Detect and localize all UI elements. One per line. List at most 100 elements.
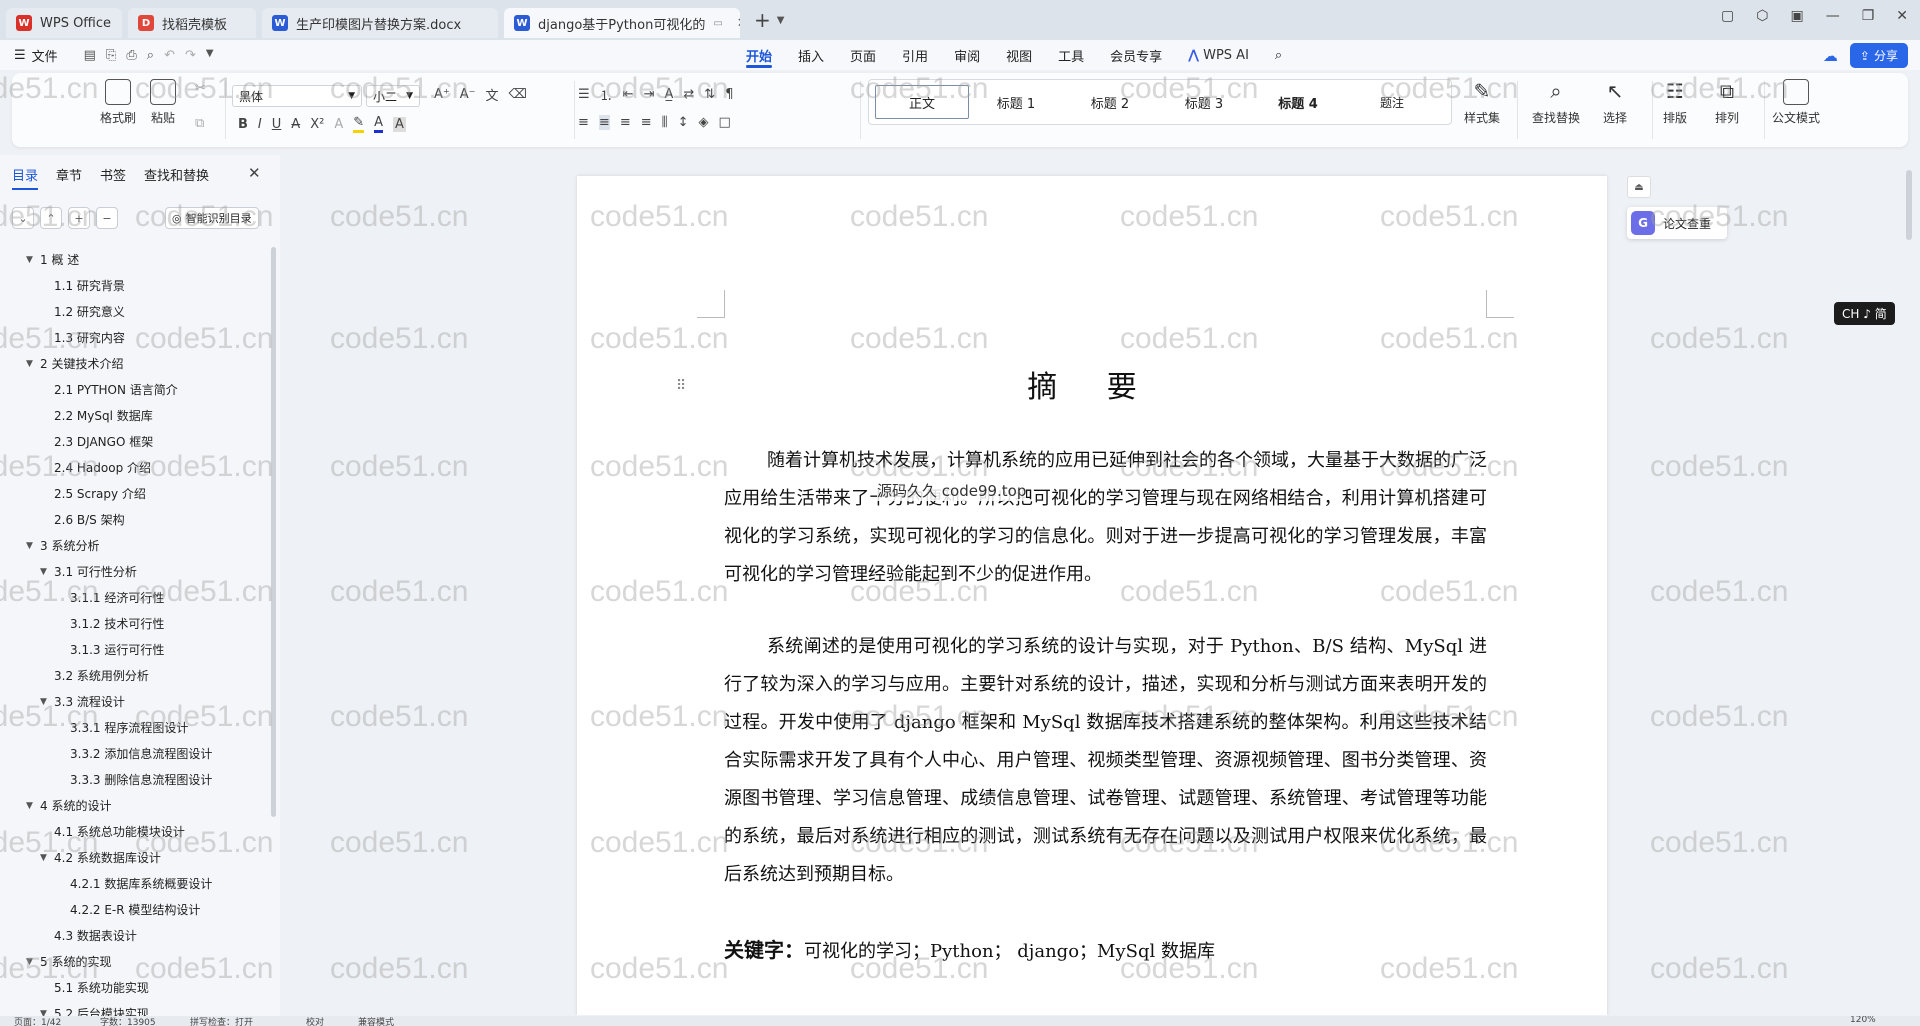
font-name-select[interactable]: 黑体 ▼ bbox=[232, 85, 362, 107]
line-spacing-icon[interactable]: ↕ bbox=[678, 115, 689, 130]
nav-tab-find[interactable]: 查找和替换 bbox=[144, 165, 209, 184]
style-heading-3[interactable]: 标题 3 bbox=[1157, 85, 1251, 119]
expand-triangle-icon[interactable]: ▼ bbox=[40, 559, 47, 585]
collapse-panel-icon[interactable]: ⏏ bbox=[1627, 176, 1651, 198]
toc-item[interactable]: 3.2 系统用例分析 bbox=[0, 663, 270, 689]
copy-icon[interactable]: ⧉ bbox=[195, 116, 204, 131]
style-caption[interactable]: 题注 bbox=[1345, 85, 1439, 119]
status-zoom[interactable]: 120% bbox=[1850, 1016, 1876, 1025]
numbered-list-icon[interactable]: ⒈ bbox=[600, 85, 613, 104]
print-preview-icon[interactable]: ⌕ bbox=[147, 48, 154, 63]
toc-item[interactable]: 3.1.2 技术可行性 bbox=[0, 611, 270, 637]
toc-item[interactable]: ▼ 3.3 流程设计 bbox=[0, 689, 270, 715]
text-effect-icon[interactable]: A bbox=[334, 117, 343, 132]
tab-home[interactable]: 开始 bbox=[733, 40, 785, 70]
ime-indicator[interactable]: CH ♪ 简 bbox=[1834, 302, 1895, 325]
close-tab-icon[interactable]: ✕ bbox=[737, 16, 740, 31]
document-page[interactable]: ⠿ 摘 要 随着计算机技术发展，计算机系统的应用已延伸到社会的各个领域，大量基于… bbox=[577, 176, 1607, 1015]
tab-doc-active[interactable]: W django基于Python可视化的 ▭ ✕ bbox=[504, 8, 740, 38]
strikethrough-icon[interactable]: A bbox=[291, 117, 300, 132]
shading-icon[interactable]: ◈ bbox=[699, 115, 709, 130]
select-button[interactable]: ↖ 选择 bbox=[1602, 79, 1628, 126]
text-direction-icon[interactable]: ⇄ bbox=[683, 87, 694, 102]
add-item-icon[interactable]: + bbox=[68, 207, 90, 229]
cut-icon[interactable]: ✂ bbox=[195, 81, 206, 96]
find-replace-button[interactable]: ⌕ 查找替换 bbox=[1532, 79, 1580, 126]
toc-item[interactable]: 2.1 PYTHON 语言简介 bbox=[0, 377, 270, 403]
tab-member[interactable]: 会员专享 bbox=[1097, 40, 1175, 70]
undo-icon[interactable]: ↶ bbox=[164, 48, 175, 63]
document-scrollbar[interactable] bbox=[1906, 170, 1912, 240]
decrease-indent-icon[interactable]: ⇤ bbox=[623, 87, 634, 102]
toc-item[interactable]: 5.1 系统功能实现 bbox=[0, 975, 270, 1001]
chinese-layout-icon[interactable]: A̲ bbox=[664, 87, 673, 102]
grow-font-icon[interactable]: A⁺ bbox=[434, 87, 450, 102]
underline-icon[interactable]: U bbox=[272, 117, 282, 132]
status-page[interactable]: 页面：1/42 bbox=[14, 1016, 61, 1026]
bold-icon[interactable]: B bbox=[238, 117, 248, 132]
export-icon[interactable]: ⎘ bbox=[106, 48, 116, 63]
tab-review[interactable]: 审阅 bbox=[941, 40, 993, 70]
expand-triangle-icon[interactable]: ▼ bbox=[26, 351, 33, 377]
minimize-icon[interactable]: — bbox=[1826, 8, 1840, 24]
toc-item[interactable]: 2.5 Scrapy 介绍 bbox=[0, 481, 270, 507]
toc-item[interactable]: ▼ 3.1 可行性分析 bbox=[0, 559, 270, 585]
toc-item[interactable]: 4.2.2 E-R 模型结构设计 bbox=[0, 897, 270, 923]
toc-item[interactable]: ▼ 2 关键技术介绍 bbox=[0, 351, 270, 377]
toc-item[interactable]: 1.3 研究内容 bbox=[0, 325, 270, 351]
tab-references[interactable]: 引用 bbox=[889, 40, 941, 70]
toc-item[interactable]: 3.1.1 经济可行性 bbox=[0, 585, 270, 611]
share-button[interactable]: ⇪ 分享 bbox=[1849, 43, 1908, 68]
italic-icon[interactable]: I bbox=[258, 117, 262, 132]
toc-item[interactable]: 3.3.2 添加信息流程图设计 bbox=[0, 741, 270, 767]
expand-triangle-icon[interactable]: ▼ bbox=[40, 689, 47, 715]
format-painter-button[interactable]: 格式刷 bbox=[100, 79, 136, 126]
increase-indent-icon[interactable]: ⇥ bbox=[644, 87, 655, 102]
expand-triangle-icon[interactable]: ▼ bbox=[26, 949, 33, 975]
toc-item[interactable]: 4.1 系统总功能模块设计 bbox=[0, 819, 270, 845]
file-menu[interactable]: ☰ 文件 bbox=[14, 46, 58, 65]
toc-item[interactable]: 2.4 Hadoop 介绍 bbox=[0, 455, 270, 481]
toc-item[interactable]: ▼ 4.2 系统数据库设计 bbox=[0, 845, 270, 871]
tab-page[interactable]: 页面 bbox=[837, 40, 889, 70]
align-right-icon[interactable]: ≡ bbox=[620, 115, 631, 130]
chevron-down-icon[interactable]: ▼ bbox=[206, 48, 214, 63]
superscript-icon[interactable]: X² bbox=[310, 117, 324, 132]
tab-wps-office[interactable]: W WPS Office bbox=[6, 8, 122, 38]
chevron-down-icon[interactable]: ▼ bbox=[777, 15, 785, 26]
toc-item[interactable]: 4.2.1 数据库系统概要设计 bbox=[0, 871, 270, 897]
expand-triangle-icon[interactable]: ▼ bbox=[40, 845, 47, 871]
search-icon[interactable]: ⌕ bbox=[1262, 40, 1295, 70]
tab-doc-1[interactable]: W 生产印模图片替换方案.docx bbox=[262, 8, 498, 38]
smart-toc-button[interactable]: ◎ 智能识别目录 bbox=[165, 207, 259, 229]
toc-item[interactable]: 3.3.3 删除信息流程图设计 bbox=[0, 767, 270, 793]
toc-item[interactable]: ▼ 3 系统分析 bbox=[0, 533, 270, 559]
status-words[interactable]: 字数：13905 bbox=[100, 1016, 156, 1026]
toc-item[interactable]: 1.1 研究背景 bbox=[0, 273, 270, 299]
shrink-font-icon[interactable]: A⁻ bbox=[460, 87, 476, 102]
arrange-button[interactable]: ⧉ 排列 bbox=[1714, 79, 1740, 126]
toc-item[interactable]: 2.6 B/S 架构 bbox=[0, 507, 270, 533]
phonetic-icon[interactable]: 文 bbox=[486, 85, 499, 104]
bullet-list-icon[interactable]: ☰ bbox=[578, 87, 590, 102]
toc-item[interactable]: 3.3.1 程序流程图设计 bbox=[0, 715, 270, 741]
nav-tab-chapter[interactable]: 章节 bbox=[56, 165, 82, 184]
restore-icon[interactable]: ❐ bbox=[1862, 8, 1875, 24]
expand-all-icon[interactable]: ⌄ bbox=[12, 207, 34, 229]
font-size-select[interactable]: 小二 ▼ bbox=[366, 85, 420, 107]
collapse-all-icon[interactable]: ⌃ bbox=[40, 207, 62, 229]
tile-icon[interactable]: ▢ bbox=[1721, 8, 1734, 24]
expand-triangle-icon[interactable]: ▼ bbox=[26, 793, 33, 819]
toc-item[interactable]: 1.2 研究意义 bbox=[0, 299, 270, 325]
tab-view[interactable]: 视图 bbox=[993, 40, 1045, 70]
toc-item[interactable]: 2.2 MySql 数据库 bbox=[0, 403, 270, 429]
avatar[interactable]: ▣ bbox=[1790, 8, 1803, 24]
toc-item[interactable]: ▼ 4 系统的设计 bbox=[0, 793, 270, 819]
plagiarism-check-button[interactable]: G 论文查重 bbox=[1627, 207, 1727, 239]
char-shading-icon[interactable]: A bbox=[393, 116, 406, 132]
style-heading-2[interactable]: 标题 2 bbox=[1063, 85, 1157, 119]
status-spell[interactable]: 拼写检查：打开 bbox=[190, 1016, 253, 1026]
align-left-icon[interactable]: ≡ bbox=[578, 115, 589, 130]
style-normal[interactable]: 正文 bbox=[875, 85, 969, 119]
tab-tools[interactable]: 工具 bbox=[1045, 40, 1097, 70]
